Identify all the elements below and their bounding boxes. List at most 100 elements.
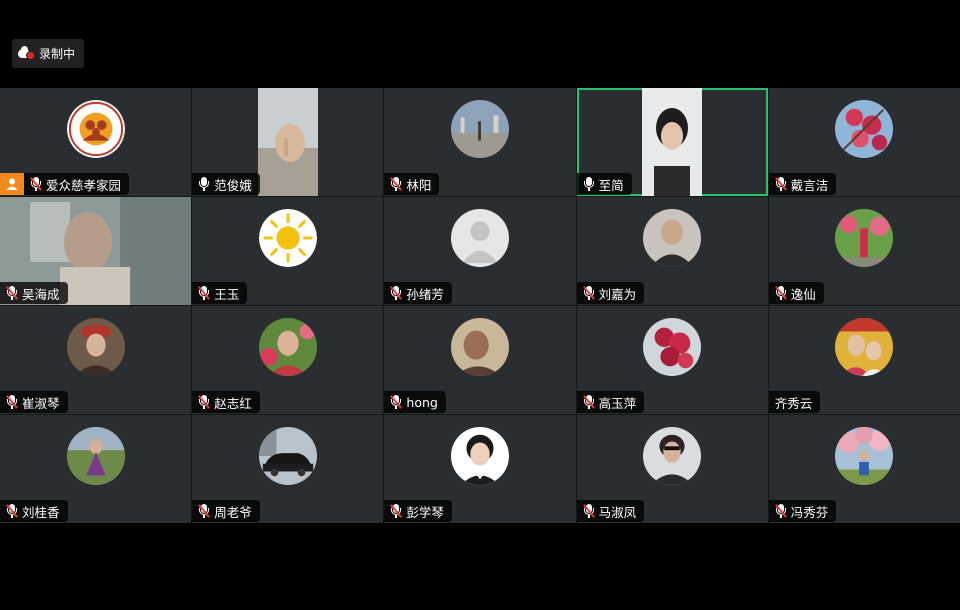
mic-icon — [583, 177, 595, 191]
participant-name: 刘桂香 — [22, 504, 60, 520]
participant-name: hong — [406, 394, 438, 410]
participant-name: 孙绪芳 — [406, 286, 444, 302]
participant-name: 周老爷 — [214, 504, 252, 520]
host-icon — [0, 173, 24, 195]
participant-tile[interactable]: 刘嘉为 — [576, 197, 768, 305]
participant-video — [257, 88, 318, 196]
participant-name-tag: 刘嘉为 — [576, 282, 645, 304]
participant-name-tag: 林阳 — [384, 173, 440, 195]
user-avatar — [835, 209, 894, 267]
participant-tile[interactable]: 齐秀云 — [768, 306, 960, 414]
participant-tile[interactable]: hong — [384, 306, 576, 414]
user-avatar — [835, 427, 894, 485]
mic-muted-icon — [582, 395, 595, 409]
participant-name: 赵志红 — [214, 395, 252, 411]
participant-tile[interactable]: 周老爷 — [192, 415, 384, 523]
user-avatar — [450, 427, 509, 485]
mic-muted-icon — [390, 504, 403, 518]
mic-muted-icon — [390, 177, 403, 191]
participant-name: 马淑凤 — [598, 504, 637, 520]
user-avatar — [643, 427, 702, 485]
recording-label: 录制中 — [39, 47, 76, 61]
user-avatar — [835, 318, 894, 376]
participant-name-tag: 崔淑琴 — [0, 391, 68, 413]
cloud-record-icon — [18, 46, 35, 60]
participant-tile[interactable]: 崔淑琴 — [0, 306, 192, 414]
user-avatar — [835, 100, 894, 158]
participant-name-tag: 爱众慈孝家园 — [24, 173, 130, 195]
mic-muted-icon — [774, 177, 787, 191]
participant-name-tag: 赵志红 — [192, 391, 260, 413]
participant-tile[interactable]: 孙绪芳 — [384, 197, 576, 305]
participant-name: 冯秀芬 — [790, 504, 829, 520]
participant-name-tag: 周老爷 — [192, 500, 260, 522]
mic-muted-icon — [582, 504, 595, 518]
user-avatar — [66, 427, 125, 485]
participant-tile[interactable]: 范俊娥 — [192, 88, 384, 196]
participant-name: 王玉 — [214, 286, 240, 302]
participant-name-tag: 马淑凤 — [576, 500, 645, 522]
participant-tile[interactable]: 马淑凤 — [576, 415, 768, 523]
participant-tile[interactable]: 彭学琴 — [384, 415, 576, 523]
participant-tile[interactable]: 爱众慈孝家园 — [0, 88, 192, 196]
participant-tile[interactable]: 赵志红 — [192, 306, 384, 414]
default-user-avatar — [450, 209, 509, 267]
participant-tile[interactable]: 刘桂香 — [0, 415, 192, 523]
participant-video — [642, 88, 703, 196]
mic-muted-icon — [198, 504, 211, 518]
participant-tile[interactable]: 王玉 — [192, 197, 384, 305]
participant-name: 齐秀云 — [774, 395, 813, 411]
mic-muted-icon — [774, 504, 787, 518]
participant-tile-active-speaker[interactable]: 至简 — [576, 88, 768, 196]
user-avatar — [66, 318, 125, 376]
sun-avatar — [258, 209, 317, 267]
participant-name-tag: 高玉萍 — [576, 391, 645, 413]
participant-tile[interactable]: 林阳 — [384, 88, 576, 196]
mic-icon — [198, 177, 210, 191]
participant-name-tag: 至简 — [576, 173, 632, 195]
mic-muted-icon — [390, 286, 403, 300]
mic-muted-icon — [6, 395, 18, 409]
participant-name-tag: 范俊娥 — [192, 173, 260, 195]
participant-name-tag: 刘桂香 — [0, 500, 68, 522]
mic-muted-icon — [198, 286, 211, 300]
video-grid: 爱众慈孝家园 范俊娥 林阳 至简 戴言洁 吴海成 王玉 孙绪芳 刘嘉为 逸仙 崔… — [0, 88, 960, 523]
participant-tile[interactable]: 冯秀芬 — [768, 415, 960, 523]
participant-name-tag: 吴海成 — [0, 282, 68, 304]
recording-indicator[interactable]: 录制中 — [12, 39, 85, 68]
participant-tile[interactable]: 戴言洁 — [768, 88, 960, 196]
participant-name-tag: 彭学琴 — [384, 500, 452, 522]
participant-name: 范俊娥 — [214, 177, 252, 193]
participant-name: 至简 — [598, 177, 624, 193]
participant-tile[interactable]: 高玉萍 — [576, 306, 768, 414]
user-avatar — [450, 100, 509, 158]
participant-tile[interactable]: 逸仙 — [768, 197, 960, 305]
participant-name: 吴海成 — [22, 286, 60, 302]
participant-name: 崔淑琴 — [22, 395, 60, 411]
participant-name-tag: hong — [384, 391, 446, 413]
participant-name: 逸仙 — [790, 286, 816, 302]
participant-name-tag: 冯秀芬 — [768, 500, 837, 522]
participant-name-tag: 戴言洁 — [768, 173, 837, 195]
participant-name-tag: 逸仙 — [768, 282, 824, 304]
mic-muted-icon — [390, 395, 403, 409]
car-avatar — [258, 427, 317, 485]
user-avatar — [643, 209, 702, 267]
mic-muted-icon — [30, 177, 42, 191]
participant-name-tag: 王玉 — [192, 282, 248, 304]
participant-tile[interactable]: 吴海成 — [0, 197, 192, 305]
participant-name: 彭学琴 — [406, 504, 444, 520]
participant-name-tag: 齐秀云 — [768, 391, 821, 413]
participant-name: 刘嘉为 — [598, 286, 637, 302]
participant-name: 戴言洁 — [790, 177, 829, 193]
participant-name: 林阳 — [406, 177, 432, 193]
user-avatar — [450, 318, 509, 376]
mic-muted-icon — [198, 395, 211, 409]
mic-muted-icon — [774, 286, 787, 300]
user-avatar — [258, 318, 317, 376]
org-logo-avatar — [66, 100, 125, 158]
user-avatar — [643, 318, 702, 376]
participant-name: 爱众慈孝家园 — [46, 177, 122, 193]
participant-name: 高玉萍 — [598, 395, 637, 411]
mic-muted-icon — [6, 286, 18, 300]
